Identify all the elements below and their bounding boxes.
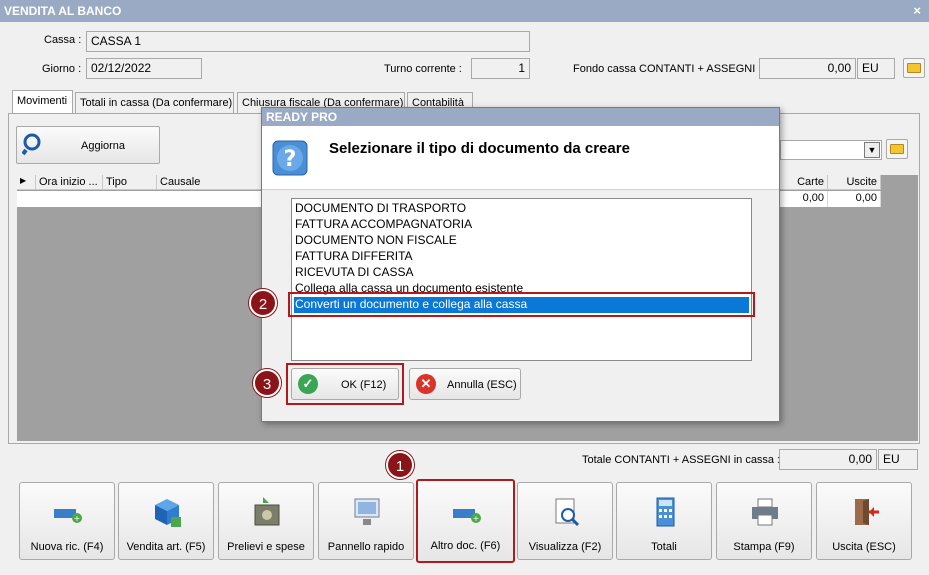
check-icon: ✓ [298,374,318,394]
new-receipt-label: Nuova ric. (F4) [30,541,104,553]
printer-icon [752,498,778,526]
filter-folder-button[interactable] [886,139,908,159]
calculator-icon [656,497,675,527]
tab-totali[interactable]: Totali in cassa (Da confermare) [75,92,234,114]
other-document-button[interactable]: + Altro doc. (F6) [416,479,515,563]
cassa-field[interactable]: CASSA 1 [86,31,530,52]
step-2-badge: 2 [249,289,277,317]
list-item[interactable]: RICEVUTA DI CASSA [294,265,413,281]
selected-item-highlight [288,292,755,317]
list-item[interactable]: FATTURA ACCOMPAGNATORIA [294,217,472,233]
exit-icon [855,499,879,525]
window-titlebar: VENDITA AL BANCO [0,0,929,22]
totals-field: 0,00 [779,449,877,470]
list-item[interactable]: DOCUMENTO DI TRASPORTO [294,201,466,217]
withdrawals-button[interactable]: Prelievi e spese [218,482,314,560]
cancel-icon: ✕ [416,374,436,394]
grid-header-tipo[interactable]: Tipo [103,175,157,190]
totals-label: Totale CONTANTI + ASSEGNI in cassa : [582,454,781,466]
filter-select[interactable]: ▼ [780,140,882,160]
svg-text:+: + [74,514,81,523]
grid-header-carte[interactable]: Carte [780,175,828,190]
safe-icon [254,497,280,526]
document-type-list[interactable]: DOCUMENTO DI TRASPORTO FATTURA ACCOMPAGN… [291,198,752,361]
withdrawals-label: Prelievi e spese [227,541,305,553]
tab-movimenti[interactable]: Movimenti [12,90,73,114]
ok-label: OK (F12) [341,379,387,391]
document-type-dialog: READY PRO ? Selezionare il tipo di docum… [249,107,780,422]
exit-label: Uscita (ESC) [832,541,896,553]
monitor-icon [354,498,380,525]
window-title: VENDITA AL BANCO [4,4,122,18]
print-label: Stampa (F9) [733,541,795,553]
search-icon [22,133,41,156]
dialog-question: Selezionare il tipo di documento da crea… [329,140,630,157]
ok-button[interactable]: ✓ OK (F12) [291,368,399,400]
fondo-label: Fondo cassa CONTANTI + ASSEGNI : [573,63,762,75]
fondo-field[interactable]: 0,00 [759,58,856,79]
folder-icon [907,63,921,73]
dialog-titlebar: READY PRO [262,108,779,126]
grid-row-left[interactable] [17,191,262,207]
refresh-button[interactable]: Aggiorna [16,126,160,164]
list-item[interactable]: DOCUMENTO NON FISCALE [294,233,457,249]
grid-cell-carte: 0,00 [780,191,828,207]
totals-button[interactable]: Totali [616,482,712,560]
dialog-header: ? Selezionare il tipo di documento da cr… [262,126,779,190]
step-3-badge: 3 [253,369,281,397]
other-document-icon: + [453,509,481,523]
view-button[interactable]: Visualizza (F2) [517,482,613,560]
svg-text:+: + [473,514,480,523]
grid-header-causale[interactable]: Causale [157,175,262,190]
grid-header-ora[interactable]: Ora inizio ... [36,175,103,190]
turno-field[interactable]: 1 [471,58,530,79]
exit-button[interactable]: Uscita (ESC) [816,482,912,560]
sell-item-label: Vendita art. (F5) [126,541,206,553]
fondo-folder-button[interactable] [903,58,925,78]
totals-currency: EU [878,449,918,470]
cancel-button[interactable]: ✕ Annulla (ESC) [409,368,521,400]
list-item[interactable]: FATTURA DIFFERITA [294,249,413,265]
giorno-label: Giorno : [42,63,82,75]
grid-header-uscite[interactable]: Uscite [828,175,881,190]
chevron-down-icon[interactable]: ▼ [864,142,880,158]
folder-icon [890,144,904,154]
print-button[interactable]: Stampa (F9) [716,482,812,560]
step-1-badge: 1 [386,451,414,479]
fondo-currency: EU [857,58,895,79]
cancel-label: Annulla (ESC) [447,379,517,391]
other-document-label: Altro doc. (F6) [430,540,501,552]
question-icon: ? [272,140,308,176]
new-receipt-icon: + [54,509,82,523]
refresh-label: Aggiorna [81,140,126,152]
close-icon[interactable]: × [913,3,921,18]
cassa-label: Cassa : [44,34,82,46]
quick-panel-label: Pannello rapido [327,541,405,553]
view-document-icon [555,498,580,527]
grid-cell-uscite: 0,00 [828,191,881,207]
giorno-field[interactable]: 02/12/2022 [86,58,202,79]
sell-item-icon [155,499,181,527]
turno-label: Turno corrente : [384,63,462,75]
sell-item-button[interactable]: Vendita art. (F5) [118,482,214,560]
totals-button-label: Totali [651,541,677,553]
new-receipt-button[interactable]: + Nuova ric. (F4) [19,482,115,560]
quick-panel-button[interactable]: Pannello rapido [318,482,414,560]
row-indicator-icon: ▶ [17,175,36,190]
svg-text:?: ? [284,147,297,172]
view-label: Visualizza (F2) [528,541,602,553]
